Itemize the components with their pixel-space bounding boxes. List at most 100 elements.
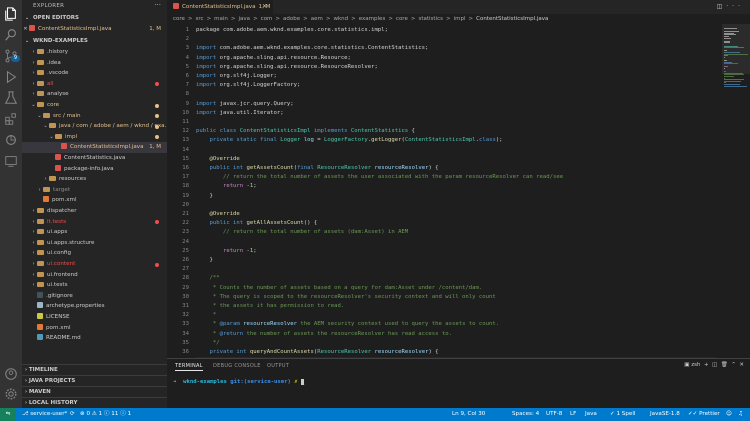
more-actions-icon[interactable]: ··· bbox=[154, 1, 161, 9]
code-editor[interactable]: 1 package com.adobe.aem.wknd.examples.cor… bbox=[167, 26, 722, 358]
tree-item[interactable]: ⌄ impl bbox=[22, 132, 167, 142]
settings-gear-icon[interactable] bbox=[4, 386, 18, 400]
folder-icon bbox=[37, 218, 44, 224]
testing-icon[interactable] bbox=[4, 90, 18, 104]
chevron-up-icon[interactable]: ⌃ bbox=[730, 362, 736, 368]
breadcrumb-segment[interactable]: adobe bbox=[283, 16, 300, 22]
tab-content-statistics-impl[interactable]: ContentStatisticsImpl.java 1, M ✕ bbox=[167, 0, 273, 14]
tree-item[interactable]: › ui.content bbox=[22, 259, 167, 269]
breadcrumb-segment[interactable]: wknd bbox=[333, 16, 348, 22]
open-editors-header[interactable]: ⌄ OPEN EDITORS bbox=[22, 13, 167, 23]
breadcrumb-segment[interactable]: java bbox=[239, 16, 251, 22]
breadcrumb-segment[interactable]: examples bbox=[359, 16, 386, 22]
terminal-shell-label[interactable]: zsh bbox=[691, 362, 700, 368]
tree-item[interactable]: › .history bbox=[22, 47, 167, 57]
jdk-version[interactable]: JavaSE-1.8 bbox=[650, 408, 680, 421]
language-mode[interactable]: Java bbox=[585, 408, 597, 421]
notifications-bell-icon[interactable]: ♫ bbox=[738, 408, 743, 421]
tab-output[interactable]: OUTPUT bbox=[267, 361, 289, 371]
breadcrumb-segment[interactable]: statistics bbox=[418, 16, 443, 22]
add-terminal-icon[interactable]: + bbox=[702, 362, 709, 368]
tree-item[interactable]: ⌄ src / main bbox=[22, 111, 167, 121]
prettier[interactable]: ✓✓ Prettier bbox=[688, 408, 720, 421]
tree-item[interactable]: › dispatcher bbox=[22, 206, 167, 216]
tree-item[interactable]: › all bbox=[22, 79, 167, 89]
breadcrumb-segment[interactable]: com bbox=[261, 16, 273, 22]
breadcrumb-segment[interactable]: src bbox=[196, 16, 204, 22]
tree-item[interactable]: › analyse bbox=[22, 89, 167, 99]
code-line: // return the total number of assets the… bbox=[196, 173, 563, 182]
tree-item-label: archetype.properties bbox=[46, 303, 105, 310]
tree-item[interactable]: › it.tests bbox=[22, 217, 167, 227]
code-token: resourceResolver bbox=[243, 321, 301, 328]
git-branch[interactable]: ⎇ service-user* bbox=[22, 408, 67, 421]
close-icon[interactable]: ✕ bbox=[22, 24, 29, 34]
tab-debug-console[interactable]: DEBUG CONSOLE bbox=[213, 361, 261, 371]
close-tab-icon[interactable]: ✕ bbox=[262, 0, 267, 14]
tree-item[interactable]: ⌄ core bbox=[22, 100, 167, 110]
line-number: 19 bbox=[182, 192, 189, 199]
sync-icon[interactable]: ⟳ bbox=[70, 408, 75, 421]
minimap[interactable] bbox=[722, 24, 750, 358]
tree-item[interactable]: › .idea bbox=[22, 58, 167, 68]
java-projects-section[interactable]: › JAVA PROJECTS bbox=[22, 375, 167, 386]
tree-item[interactable]: LICENSE bbox=[22, 312, 167, 322]
tree-item[interactable]: › ui.config bbox=[22, 248, 167, 258]
tree-item[interactable]: pom.xml bbox=[22, 323, 167, 333]
local-history-section[interactable]: › LOCAL HISTORY bbox=[22, 397, 167, 408]
code-token: javax.jcr.query.Query; bbox=[219, 100, 294, 107]
breadcrumb-separator: > bbox=[325, 16, 331, 22]
remote-indicator-icon[interactable]: ⇋ bbox=[0, 408, 16, 421]
indentation[interactable]: Spaces: 4 bbox=[512, 408, 539, 421]
open-editor-item[interactable]: ✕ ContentStatisticsImpl.java 1, M bbox=[22, 24, 167, 34]
close-panel-icon[interactable]: ✕ bbox=[738, 362, 744, 368]
problems-indicator[interactable]: ⊗ 0 ⚠ 1 ⓘ 11 ⓘ 1 bbox=[80, 408, 131, 421]
split-terminal-icon[interactable]: ◫ bbox=[710, 362, 717, 368]
breadcrumb-segment[interactable]: aem bbox=[311, 16, 323, 22]
tree-item[interactable]: › ui.apps.structure bbox=[22, 238, 167, 248]
spell-checker[interactable]: ✓ 1 Spell bbox=[610, 408, 635, 421]
extensions-icon[interactable] bbox=[4, 111, 18, 125]
explorer-sidebar: EXPLORER ··· ⌄ OPEN EDITORS ✕ ContentStati… bbox=[22, 0, 167, 408]
tree-item[interactable]: ⌄ java / com / adobe / aem / wknd / exa..… bbox=[22, 121, 167, 131]
run-debug-icon[interactable] bbox=[4, 69, 18, 84]
split-editor-icon[interactable]: ◫ bbox=[717, 3, 727, 10]
breadcrumb-segment[interactable]: core bbox=[396, 16, 408, 22]
feedback-icon[interactable]: ☺ bbox=[726, 408, 732, 421]
tab-terminal[interactable]: TERMINAL bbox=[175, 361, 203, 371]
breadcrumb-segment[interactable]: impl bbox=[454, 16, 466, 22]
terminal-prompt[interactable]: ➜ wknd-examples git:(service-user) ✗ _ bbox=[173, 379, 305, 385]
end-of-line[interactable]: LF bbox=[570, 408, 576, 421]
search-icon[interactable] bbox=[4, 27, 18, 41]
breadcrumb-segment[interactable]: main bbox=[214, 16, 228, 22]
tree-item[interactable]: archetype.properties bbox=[22, 301, 167, 311]
trash-icon[interactable]: 🗑 bbox=[719, 362, 728, 368]
breadcrumb-segment[interactable]: core bbox=[173, 16, 185, 22]
tree-item[interactable]: pom.xml bbox=[22, 195, 167, 205]
tree-item[interactable]: › resources bbox=[22, 174, 167, 184]
tree-item[interactable]: ContentStatistics.java bbox=[22, 153, 167, 163]
cursor-position[interactable]: Ln 9, Col 30 bbox=[452, 408, 485, 421]
account-icon[interactable] bbox=[4, 366, 18, 380]
breadcrumb-file[interactable]: ContentStatisticsImpl.java bbox=[476, 16, 548, 22]
tree-item[interactable]: › .vscode bbox=[22, 68, 167, 78]
timeline-section[interactable]: › TIMELINE bbox=[22, 364, 167, 375]
maven-section[interactable]: › MAVEN bbox=[22, 386, 167, 397]
tree-item[interactable]: › ui.tests bbox=[22, 280, 167, 290]
more-actions-icon[interactable]: ··· bbox=[726, 3, 744, 10]
code-token: ; bbox=[253, 247, 257, 254]
tree-item[interactable]: › target bbox=[22, 185, 167, 195]
workspace-header[interactable]: ⌄ WKND-EXAMPLES bbox=[22, 36, 167, 46]
explorer-icon[interactable] bbox=[4, 6, 18, 21]
remote-explorer-icon[interactable] bbox=[4, 153, 18, 167]
encoding[interactable]: UTF-8 bbox=[546, 408, 562, 421]
tree-item[interactable]: README.md bbox=[22, 333, 167, 343]
tree-item[interactable]: ContentStatisticsImpl.java 1, M bbox=[22, 142, 167, 153]
tree-item[interactable]: › ui.apps bbox=[22, 227, 167, 237]
folder-icon bbox=[43, 186, 50, 192]
gitlens-icon[interactable] bbox=[4, 132, 18, 146]
tree-item[interactable]: package-info.java bbox=[22, 164, 167, 174]
tree-item[interactable]: .gitignore bbox=[22, 291, 167, 301]
tree-item-label: ui.frontend bbox=[47, 271, 78, 278]
tree-item[interactable]: › ui.frontend bbox=[22, 270, 167, 280]
